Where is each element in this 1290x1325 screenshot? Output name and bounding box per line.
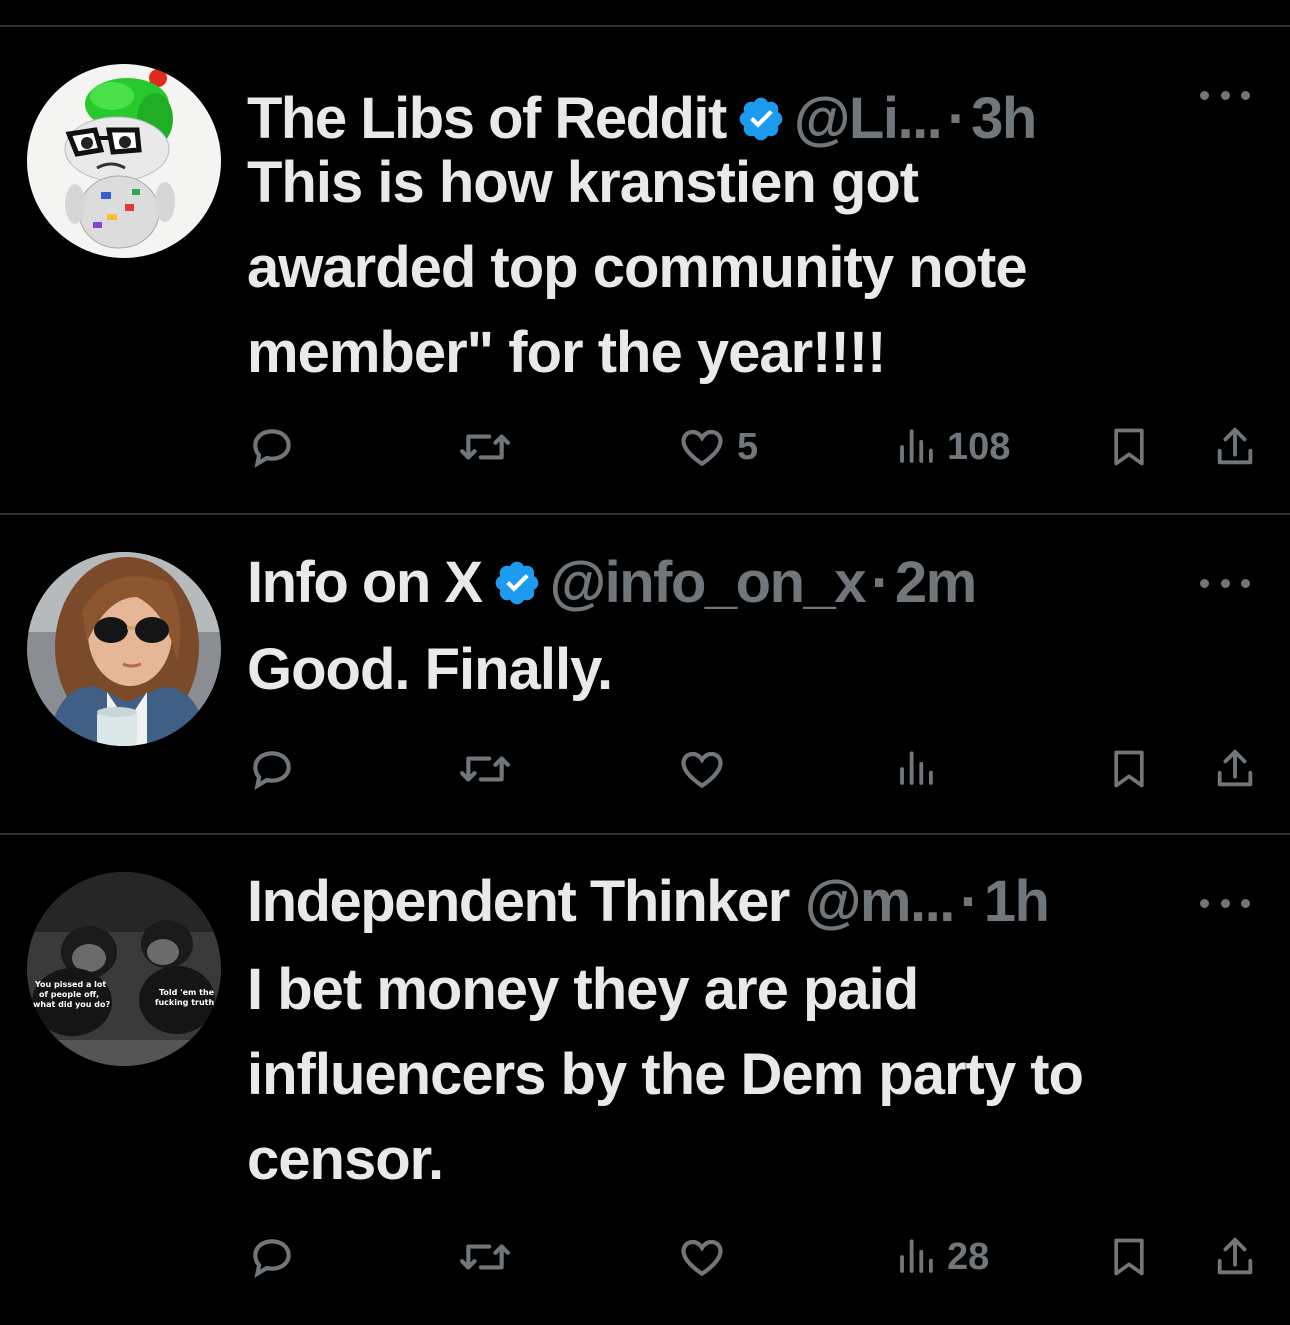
views-count: 108 (947, 425, 1011, 468)
bookmark-button[interactable] (1107, 1229, 1151, 1285)
reddit-alien-avatar-image (27, 64, 221, 258)
tweet-header: Independent Thinker @m... · 1h (247, 867, 1050, 937)
bookmark-icon (1114, 1238, 1144, 1276)
retweet-icon (460, 756, 510, 782)
tweet-text-line: awarded top community note (247, 235, 1028, 300)
tweet-text: I bet money they are paid influencers by… (247, 947, 1247, 1202)
avatar-caption-left: what did you do? (33, 1000, 110, 1009)
like-count: 5 (737, 425, 759, 468)
like-button[interactable] (677, 741, 737, 797)
more-options-icon[interactable] (1200, 893, 1250, 913)
avatar-caption-left: of people off, (39, 990, 99, 999)
tweet-text-line: This is how kranstien got (247, 150, 919, 215)
more-options-icon[interactable] (1200, 85, 1250, 105)
woman-sunglasses-avatar-image (27, 552, 221, 746)
verified-badge-icon[interactable] (736, 94, 786, 144)
tweet-text-line: influencers by the Dem party to (247, 1042, 1084, 1107)
heart-icon (681, 751, 723, 789)
retweet-icon (460, 1244, 510, 1270)
heart-icon (681, 429, 723, 467)
retweet-button[interactable] (457, 419, 513, 475)
avatar-caption-right: fucking truth (155, 998, 214, 1007)
author-handle[interactable]: @info_on_x (550, 548, 867, 618)
like-button[interactable] (677, 1229, 737, 1285)
share-button[interactable] (1212, 1229, 1258, 1285)
avatar[interactable] (27, 64, 221, 258)
bookmark-button[interactable] (1107, 741, 1151, 797)
timestamp[interactable]: 2m (895, 548, 977, 618)
reply-icon (253, 1239, 291, 1278)
tweet-text: This is how kranstien got awarded top co… (247, 140, 1247, 395)
views-button[interactable]: 28 (895, 1229, 989, 1285)
share-button[interactable] (1212, 419, 1258, 475)
tweet-actions: 5 108 (247, 419, 1267, 475)
share-icon (1217, 1237, 1253, 1275)
share-icon (1217, 427, 1253, 465)
tweet-header: Info on X @info_on_x · 2m (247, 548, 977, 618)
bookmark-button[interactable] (1107, 419, 1151, 475)
retweet-icon (460, 434, 510, 460)
avatar-caption-right: Told 'em the (159, 988, 215, 997)
reply-icon (253, 751, 291, 790)
reply-button[interactable] (247, 741, 297, 797)
views-icon (900, 751, 933, 785)
author-handle[interactable]: @m... (805, 867, 955, 937)
heart-icon (681, 1239, 723, 1277)
author-name[interactable]: Independent Thinker (247, 867, 790, 937)
tweet-text-line: I bet money they are paid (247, 957, 919, 1022)
like-button[interactable]: 5 (677, 419, 758, 475)
tweet[interactable]: The Libs of Reddit @Li... · 3h This is h… (0, 27, 1290, 515)
tweet[interactable]: You pissed a lot of people off, what did… (0, 835, 1290, 1325)
bookmark-icon (1114, 428, 1144, 466)
views-icon (900, 1239, 933, 1273)
tweet-text-line: censor. (247, 1127, 444, 1192)
reply-button[interactable] (247, 419, 297, 475)
bookmark-icon (1114, 750, 1144, 788)
tweet-text-line: Good. Finally. (247, 637, 613, 702)
views-count: 28 (947, 1235, 990, 1278)
tweet-actions (247, 741, 1267, 797)
separator-dot: · (959, 869, 979, 934)
views-icon (900, 429, 933, 463)
reply-icon (253, 429, 291, 468)
author-name[interactable]: Info on X (247, 548, 483, 618)
chimpanzees-meme-avatar-image: You pissed a lot of people off, what did… (27, 872, 221, 1066)
retweet-button[interactable] (457, 741, 513, 797)
more-options-icon[interactable] (1200, 573, 1250, 593)
views-button[interactable]: 108 (895, 419, 1010, 475)
share-button[interactable] (1212, 741, 1258, 797)
avatar[interactable] (27, 552, 221, 746)
reply-button[interactable] (247, 1229, 297, 1285)
avatar-caption-left: You pissed a lot (34, 980, 106, 989)
tweet[interactable]: Info on X @info_on_x · 2m Good. Finally. (0, 515, 1290, 835)
retweet-button[interactable] (457, 1229, 513, 1285)
tweet-text-line: member" for the year!!!! (247, 320, 886, 385)
timestamp[interactable]: 1h (984, 867, 1050, 937)
tweet-text: Good. Finally. (247, 627, 1247, 712)
share-icon (1217, 749, 1253, 787)
separator-dot: · (871, 550, 890, 615)
avatar[interactable]: You pissed a lot of people off, what did… (27, 872, 221, 1066)
tweet-actions: 28 (247, 1229, 1267, 1285)
verified-badge-icon[interactable] (492, 558, 542, 608)
views-button[interactable] (895, 741, 947, 797)
